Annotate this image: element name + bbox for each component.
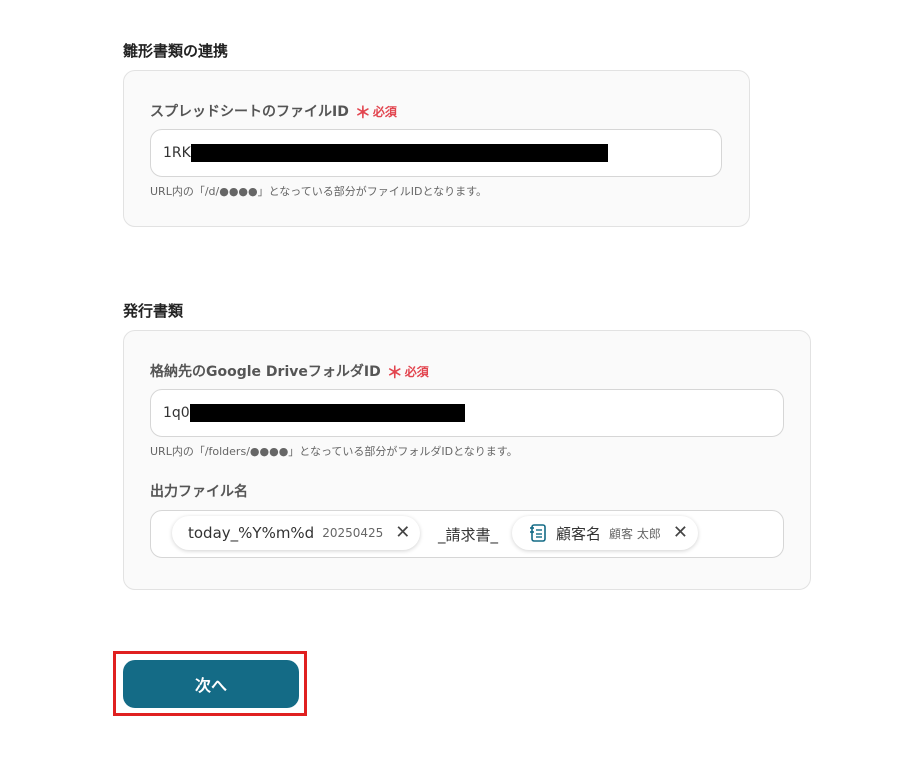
next-button[interactable]: 次へ — [123, 660, 299, 708]
section-title-issue-docs: 発行書類 — [123, 302, 184, 320]
close-icon[interactable]: ✕ — [673, 524, 688, 542]
file-id-value: 1RK — [163, 145, 191, 161]
redacted-block — [189, 404, 465, 422]
customer-variable-chip[interactable]: 顧客名 顧客 太郎 ✕ — [512, 516, 698, 550]
date-chip-label: today_%Y%m%d — [188, 524, 315, 542]
document-list-icon — [528, 523, 548, 543]
folder-id-input[interactable]: 1q0 — [150, 389, 784, 437]
file-id-label-text: スプレッドシートのファイルID — [150, 104, 349, 120]
date-chip-value: 20250425 — [322, 526, 384, 540]
customer-chip-value: 顧客 太郎 — [609, 526, 661, 541]
section-title-template-docs: 雛形書類の連携 — [123, 42, 229, 60]
required-text: 必須 — [404, 364, 429, 379]
date-variable-chip[interactable]: today_%Y%m%d 20250425 ✕ — [172, 516, 421, 550]
close-icon[interactable]: ✕ — [395, 524, 410, 542]
file-id-hint: URL内の「/d/●●●●」となっている部分がファイルIDとなります。 — [150, 185, 488, 198]
folder-id-label: 格納先のGoogle DriveフォルダID ＊ 必須 — [150, 359, 429, 383]
output-name-label: 出力ファイル名 — [150, 481, 248, 501]
customer-chip-label: 顧客名 — [556, 524, 602, 543]
required-asterisk: ＊ — [386, 363, 403, 382]
filename-separator-text: _請求書_ — [438, 526, 499, 544]
folder-id-label-text: 格納先のGoogle DriveフォルダID — [150, 364, 381, 380]
folder-id-value: 1q0 — [163, 405, 190, 421]
required-asterisk: ＊ — [354, 103, 371, 122]
redacted-block — [190, 144, 608, 162]
folder-id-hint: URL内の「/folders/●●●●」となっている部分がフォルダIDとなります… — [150, 445, 518, 458]
file-id-label: スプレッドシートのファイルID ＊ 必須 — [150, 99, 397, 123]
output-name-label-text: 出力ファイル名 — [150, 484, 248, 500]
file-id-input[interactable]: 1RK — [150, 129, 722, 177]
required-text: 必須 — [372, 104, 397, 119]
